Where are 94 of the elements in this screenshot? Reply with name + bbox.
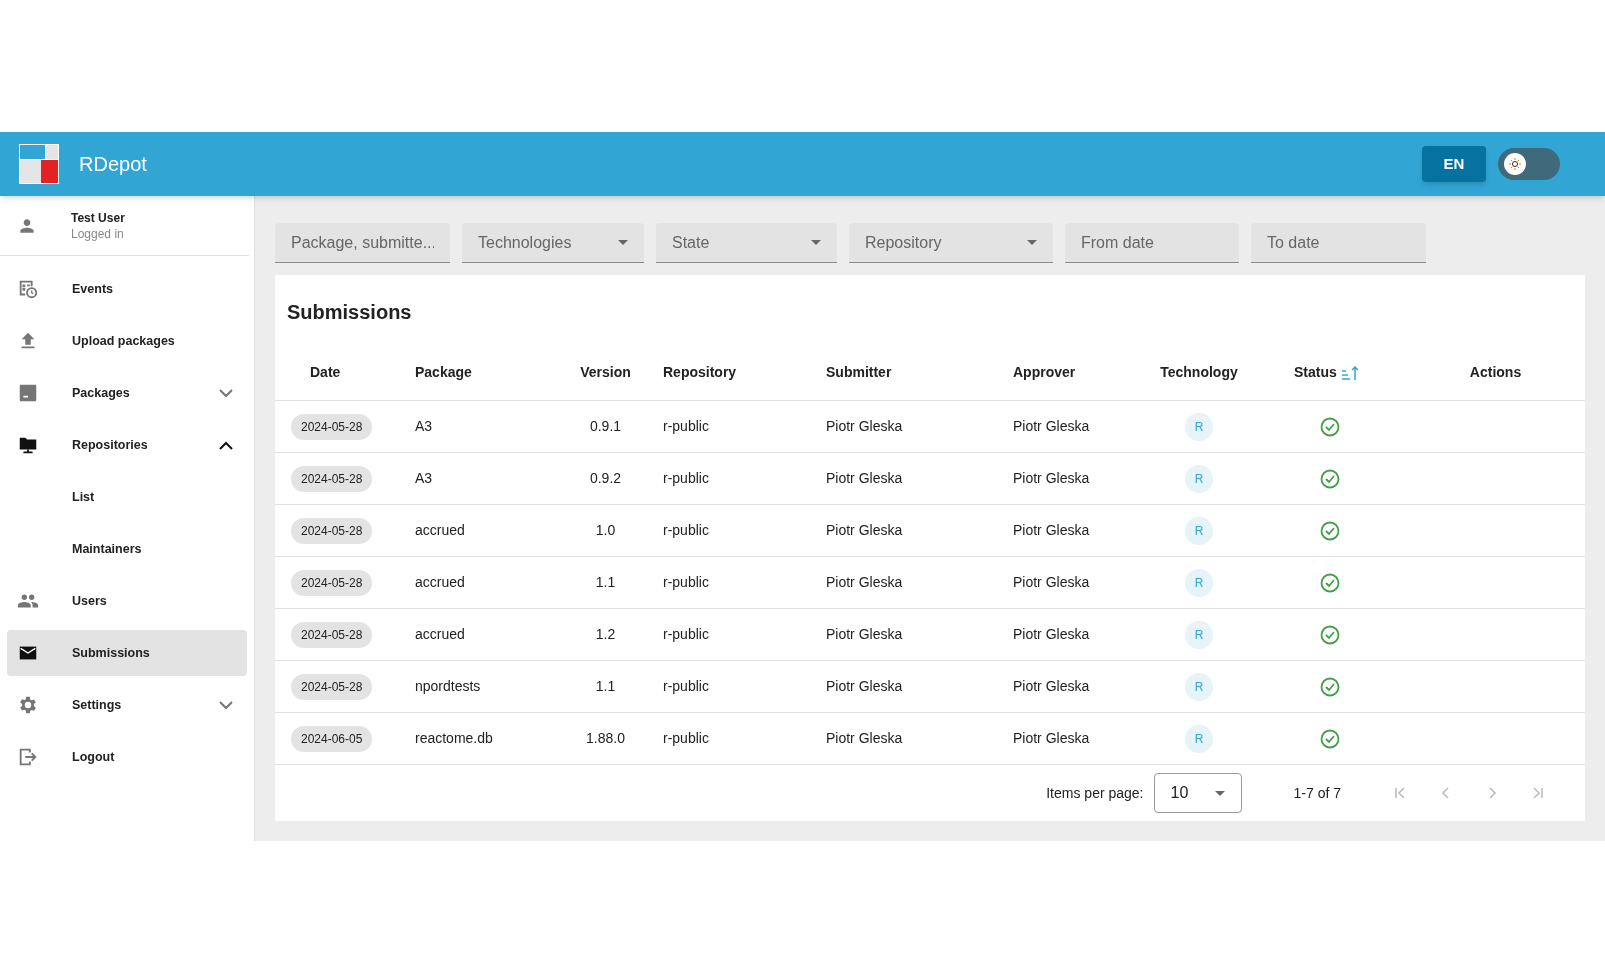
table-cell: Piotr Gleska <box>1013 626 1090 642</box>
user-name: Test User <box>71 209 125 226</box>
page-range: 1-7 of 7 <box>1293 783 1341 803</box>
sun-icon <box>1504 153 1526 175</box>
filter-dropdown[interactable]: State <box>656 223 837 263</box>
theme-toggle[interactable] <box>1498 148 1560 180</box>
table-cell: Piotr Gleska <box>1013 574 1090 590</box>
table-cell: A3 <box>415 418 433 434</box>
table-cell: accrued <box>415 574 465 590</box>
sidebar-item[interactable]: Events <box>7 266 247 312</box>
table-cell: Piotr Gleska <box>826 678 903 694</box>
date-chip: 2024-06-05 <box>291 725 373 752</box>
column-header[interactable]: Submitter <box>826 362 892 383</box>
table-cell: Piotr Gleska <box>826 730 903 746</box>
table-cell: r-public <box>663 418 709 434</box>
column-header[interactable]: Version <box>580 362 631 383</box>
technology-badge: R <box>1185 412 1213 441</box>
filter-dropdown[interactable]: Repository <box>849 223 1053 263</box>
technology-badge: R <box>1185 568 1213 597</box>
filter-field[interactable]: From date <box>1065 223 1239 263</box>
table-cell: 0.9.1 <box>589 418 622 434</box>
filter-dropdown[interactable]: Technologies <box>462 223 644 263</box>
sidebar-item[interactable]: Logout <box>7 734 247 780</box>
table-cell: Piotr Gleska <box>826 470 903 486</box>
app-title: RDepot <box>79 152 147 177</box>
column-header[interactable]: Package <box>415 362 472 383</box>
user-status: Logged in <box>71 225 125 242</box>
dropdown-arrow-icon <box>1214 790 1225 796</box>
column-header[interactable]: Status <box>1294 362 1359 383</box>
table-cell: r-public <box>663 626 709 642</box>
filter-field[interactable]: To date <box>1251 223 1426 263</box>
table-cell: accrued <box>415 522 465 538</box>
filter-field[interactable]: Package, submitte... <box>275 223 450 263</box>
sidebar-item[interactable]: List <box>7 474 247 520</box>
table-cell: Piotr Gleska <box>1013 470 1090 486</box>
language-button[interactable]: EN <box>1422 146 1486 182</box>
table-title: Submissions <box>286 300 413 325</box>
logout-icon <box>17 746 39 768</box>
date-chip: 2024-05-28 <box>291 465 373 492</box>
table-cell: 1.2 <box>595 626 616 642</box>
table-cell: 0.9.2 <box>589 470 622 486</box>
table-cell: Piotr Gleska <box>1013 678 1090 694</box>
technology-badge: R <box>1185 724 1213 753</box>
first-chevron-icon <box>1392 785 1408 801</box>
column-header[interactable]: Date <box>310 362 341 383</box>
column-header[interactable]: Repository <box>663 362 737 383</box>
technology-badge: R <box>1185 464 1213 493</box>
table-cell: 1.88.0 <box>586 730 625 746</box>
date-chip: 2024-05-28 <box>291 673 373 700</box>
table-cell: Piotr Gleska <box>826 418 903 434</box>
events-icon <box>17 278 39 300</box>
table-cell: A3 <box>415 470 433 486</box>
table-cell: Piotr Gleska <box>826 626 903 642</box>
table-cell: Piotr Gleska <box>1013 730 1090 746</box>
technology-badge: R <box>1185 516 1213 545</box>
last-chevron-icon <box>1530 785 1546 801</box>
table-cell: reactome.db <box>415 730 493 746</box>
table-cell: r-public <box>663 730 709 746</box>
date-chip: 2024-05-28 <box>291 621 373 648</box>
date-chip: 2024-05-28 <box>291 517 373 544</box>
table-cell: Piotr Gleska <box>1013 418 1090 434</box>
dropdown-arrow-icon <box>811 240 821 245</box>
logo-icon <box>19 144 59 184</box>
table-cell: r-public <box>663 574 709 590</box>
technology-badge: R <box>1185 620 1213 649</box>
column-header[interactable]: Approver <box>1013 362 1076 383</box>
table-cell: r-public <box>663 678 709 694</box>
sidebar-item[interactable]: Upload packages <box>7 318 247 364</box>
column-header[interactable]: Technology <box>1160 362 1238 383</box>
table-cell: 1.1 <box>595 574 616 590</box>
sidebar-item[interactable]: Repositories <box>7 422 247 468</box>
sidebar-item[interactable]: Users <box>7 578 247 624</box>
date-chip: 2024-05-28 <box>291 413 373 440</box>
settings-icon <box>17 694 39 716</box>
sidebar-item[interactable]: Maintainers <box>7 526 247 572</box>
column-header[interactable]: Actions <box>1469 362 1522 383</box>
table-cell: 1.1 <box>595 678 616 694</box>
sidebar-item[interactable]: Submissions <box>7 630 247 676</box>
dropdown-arrow-icon <box>1027 240 1037 245</box>
table-cell: r-public <box>663 522 709 538</box>
table-cell: Piotr Gleska <box>826 574 903 590</box>
table-cell: accrued <box>415 626 465 642</box>
sidebar-item[interactable]: Settings <box>7 682 247 728</box>
sidebar-item[interactable]: Packages <box>7 370 247 416</box>
table-cell: Piotr Gleska <box>1013 522 1090 538</box>
table-cell: 1.0 <box>595 522 616 538</box>
page-size-dropdown[interactable]: 10 <box>1153 773 1242 813</box>
technology-badge: R <box>1185 672 1213 701</box>
dropdown-arrow-icon <box>618 240 628 245</box>
items-per-page-label: Items per page: <box>1046 783 1144 803</box>
date-chip: 2024-05-28 <box>291 569 373 596</box>
table-cell: r-public <box>663 470 709 486</box>
table-cell: Piotr Gleska <box>826 522 903 538</box>
table-cell: npordtests <box>415 678 481 694</box>
